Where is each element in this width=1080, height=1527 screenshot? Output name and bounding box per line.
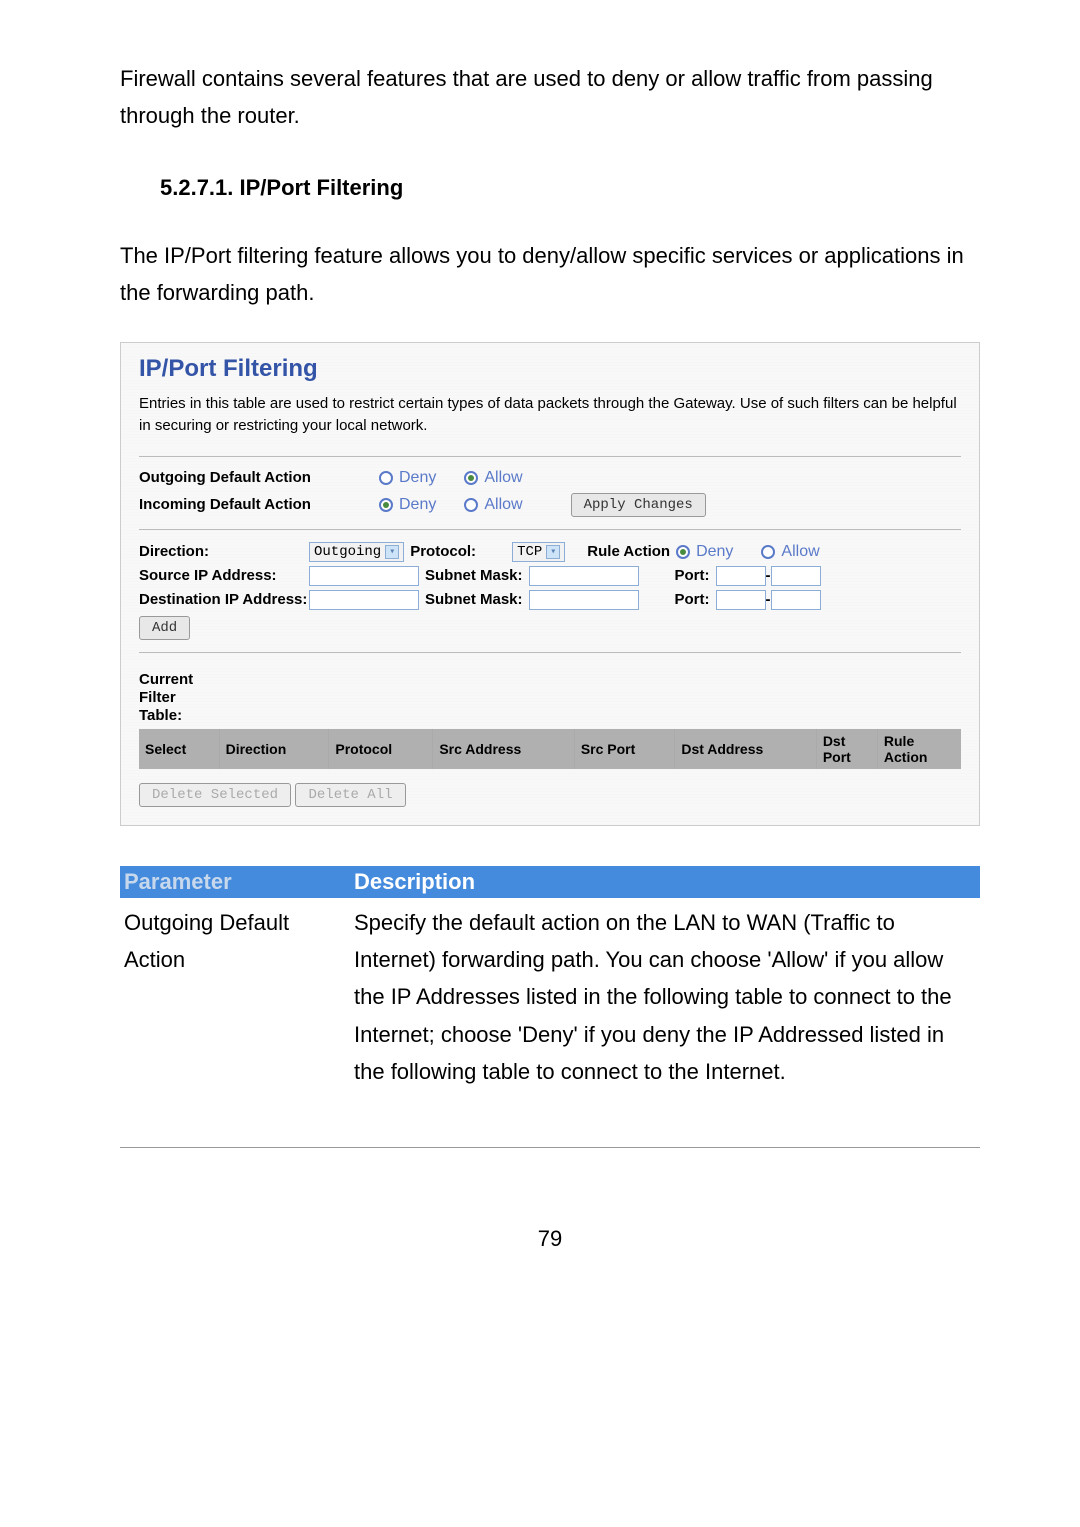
incoming-label: Incoming Default Action bbox=[139, 496, 339, 513]
divider bbox=[139, 456, 961, 457]
col-protocol: Protocol bbox=[329, 729, 433, 769]
port-label: Port: bbox=[669, 591, 716, 608]
col-src-port: Src Port bbox=[574, 729, 675, 769]
destination-ip-label: Destination IP Address: bbox=[139, 591, 309, 608]
apply-changes-button[interactable]: Apply Changes bbox=[571, 493, 706, 517]
outgoing-label: Outgoing Default Action bbox=[139, 469, 339, 486]
radio-label: Allow bbox=[484, 496, 522, 514]
section-desc: The IP/Port filtering feature allows you… bbox=[120, 237, 980, 312]
filter-table: Select Direction Protocol Src Address Sr… bbox=[139, 729, 961, 769]
divider bbox=[139, 529, 961, 530]
radio-label: Deny bbox=[696, 543, 733, 561]
col-src-address: Src Address bbox=[433, 729, 575, 769]
param-header: Parameter bbox=[120, 866, 350, 898]
port-label: Port: bbox=[669, 567, 716, 584]
radio-icon bbox=[379, 498, 393, 512]
src-port-to-input[interactable] bbox=[771, 566, 821, 586]
col-select: Select bbox=[139, 729, 219, 769]
section-heading: 5.2.7.1. IP/Port Filtering bbox=[160, 175, 980, 201]
protocol-value: TCP bbox=[517, 544, 542, 560]
destination-subnet-input[interactable] bbox=[529, 590, 639, 610]
source-ip-label: Source IP Address: bbox=[139, 567, 309, 584]
outgoing-deny-radio[interactable]: Deny bbox=[379, 469, 436, 487]
radio-icon bbox=[379, 471, 393, 485]
outgoing-allow-radio[interactable]: Allow bbox=[464, 469, 522, 487]
divider bbox=[139, 652, 961, 653]
parameter-table: Parameter Description Outgoing Default A… bbox=[120, 866, 980, 1097]
protocol-label: Protocol: bbox=[404, 543, 482, 560]
rule-action-label: Rule Action bbox=[581, 543, 676, 560]
add-button[interactable]: Add bbox=[139, 616, 190, 640]
intro-text: Firewall contains several features that … bbox=[120, 60, 980, 135]
radio-icon bbox=[464, 498, 478, 512]
table-header-row: Select Direction Protocol Src Address Sr… bbox=[139, 729, 961, 769]
param-row: Outgoing Default Action Specify the defa… bbox=[120, 898, 980, 1097]
radio-icon bbox=[464, 471, 478, 485]
radio-icon bbox=[676, 545, 690, 559]
incoming-default-row: Incoming Default Action Deny Allow Apply… bbox=[139, 493, 961, 517]
incoming-deny-radio[interactable]: Deny bbox=[379, 496, 436, 514]
radio-label: Deny bbox=[399, 496, 436, 514]
col-dst-address: Dst Address bbox=[675, 729, 816, 769]
rule-allow-radio[interactable]: Allow bbox=[761, 543, 819, 561]
current-filter-heading: CurrentFilterTable: bbox=[139, 671, 961, 725]
col-direction: Direction bbox=[219, 729, 329, 769]
chevron-down-icon: ▾ bbox=[546, 545, 560, 559]
desc-cell: Specify the default action on the LAN to… bbox=[350, 898, 980, 1097]
param-header-row: Parameter Description bbox=[120, 866, 980, 898]
subnet-mask-label: Subnet Mask: bbox=[419, 567, 529, 584]
subnet-mask-label: Subnet Mask: bbox=[419, 591, 529, 608]
incoming-allow-radio[interactable]: Allow bbox=[464, 496, 522, 514]
desc-header: Description bbox=[350, 866, 980, 898]
dst-port-to-input[interactable] bbox=[771, 590, 821, 610]
rule-deny-radio[interactable]: Deny bbox=[676, 543, 733, 561]
radio-icon bbox=[761, 545, 775, 559]
page-number: 79 bbox=[120, 1208, 980, 1252]
delete-all-button[interactable]: Delete All bbox=[295, 783, 405, 807]
source-subnet-input[interactable] bbox=[529, 566, 639, 586]
source-ip-input[interactable] bbox=[309, 566, 419, 586]
panel-note: Entries in this table are used to restri… bbox=[139, 393, 961, 438]
param-cell: Outgoing Default Action bbox=[120, 898, 350, 1097]
destination-ip-row: Destination IP Address: Subnet Mask: Por… bbox=[139, 590, 961, 610]
chevron-down-icon: ▾ bbox=[385, 545, 399, 559]
footer-divider bbox=[120, 1147, 980, 1148]
col-rule-action: Rule Action bbox=[877, 729, 961, 769]
col-dst-port: Dst Port bbox=[816, 729, 877, 769]
source-ip-row: Source IP Address: Subnet Mask: Port: - bbox=[139, 566, 961, 586]
ip-port-filtering-panel: IP/Port Filtering Entries in this table … bbox=[120, 342, 980, 826]
direction-value: Outgoing bbox=[314, 544, 381, 560]
src-port-from-input[interactable] bbox=[716, 566, 766, 586]
delete-selected-button[interactable]: Delete Selected bbox=[139, 783, 291, 807]
protocol-select[interactable]: TCP ▾ bbox=[512, 542, 565, 562]
direction-row: Direction: Outgoing ▾ Protocol: TCP ▾ Ru… bbox=[139, 542, 961, 562]
outgoing-default-row: Outgoing Default Action Deny Allow bbox=[139, 469, 961, 487]
destination-ip-input[interactable] bbox=[309, 590, 419, 610]
panel-title: IP/Port Filtering bbox=[139, 355, 961, 383]
radio-label: Deny bbox=[399, 469, 436, 487]
dst-port-from-input[interactable] bbox=[716, 590, 766, 610]
direction-select[interactable]: Outgoing ▾ bbox=[309, 542, 404, 562]
radio-label: Allow bbox=[484, 469, 522, 487]
radio-label: Allow bbox=[781, 543, 819, 561]
direction-label: Direction: bbox=[139, 543, 309, 560]
